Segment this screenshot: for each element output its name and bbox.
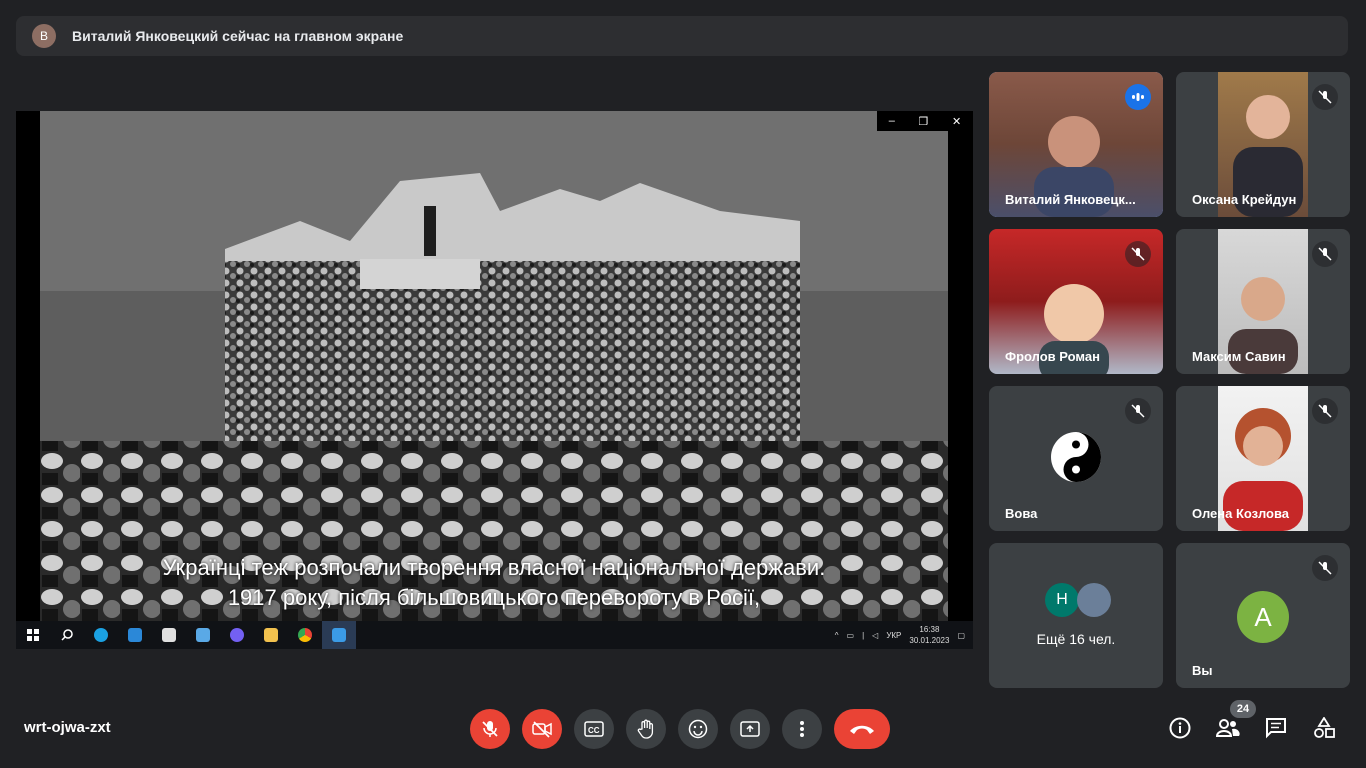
viber-icon — [220, 621, 254, 649]
store-icon — [152, 621, 186, 649]
more-vert-icon — [800, 721, 804, 737]
mic-off-icon — [482, 721, 498, 737]
presenting-text: Виталий Янковецкий сейчас на главном экр… — [72, 28, 404, 44]
mic-off-icon — [1125, 241, 1151, 267]
emoji-reaction-button[interactable] — [678, 709, 718, 749]
end-call-icon — [850, 725, 874, 734]
participant-tile[interactable]: Фролов Роман — [989, 229, 1163, 374]
activities-button[interactable] — [1308, 712, 1340, 744]
restore-icon: ❐ — [918, 115, 929, 128]
more-participants-label: Ещё 16 чел. — [1036, 631, 1116, 647]
present-screen-button[interactable] — [730, 709, 770, 749]
camera-toggle-button[interactable] — [522, 709, 562, 749]
self-tile[interactable]: А Вы — [1176, 543, 1350, 688]
meeting-details-button[interactable] — [1164, 712, 1196, 744]
participant-name: Фролов Роман — [1005, 349, 1100, 364]
notification-icon: ▢ — [957, 630, 965, 640]
windows-taskbar: ^ ▭ | ◁ УКР 16:38 30.01.2023 ▢ — [16, 621, 973, 649]
system-tray: ^ ▭ | ◁ УКР 16:38 30.01.2023 ▢ — [835, 621, 965, 649]
presentation-stage[interactable]: Українці теж розпочали творення власної … — [16, 111, 973, 649]
captions-icon: CC — [584, 721, 604, 737]
media-player-icon — [322, 621, 356, 649]
mic-off-icon — [1312, 84, 1338, 110]
more-avatar-photo — [1077, 583, 1111, 617]
self-name: Вы — [1192, 663, 1213, 678]
mic-off-icon — [1312, 241, 1338, 267]
participant-name: Вова — [1005, 506, 1038, 521]
presenter-avatar: В — [32, 24, 56, 48]
language-indicator: УКР — [886, 630, 902, 640]
chrome-icon — [288, 621, 322, 649]
volume-icon: ◁ — [872, 630, 879, 640]
info-icon — [1169, 717, 1191, 739]
emoji-icon — [688, 719, 708, 739]
more-options-button[interactable] — [782, 709, 822, 749]
participant-tile[interactable]: Вова — [989, 386, 1163, 531]
svg-text:CC: CC — [588, 726, 600, 735]
present-screen-icon — [740, 721, 760, 737]
control-bar: wrt-ojwa-zxt CC 24 — [0, 688, 1366, 768]
microphone-toggle-button[interactable] — [470, 709, 510, 749]
clock: 16:38 30.01.2023 — [909, 624, 949, 646]
hand-icon — [637, 719, 654, 739]
time: 16:38 — [919, 625, 940, 634]
yin-yang-avatar — [1050, 431, 1102, 488]
more-avatar: Н — [1045, 583, 1079, 617]
edge-icon — [84, 621, 118, 649]
crowd-scene-image — [40, 111, 948, 621]
presenting-banner: В Виталий Янковецкий сейчас на главном э… — [16, 16, 1348, 56]
participant-name: Максим Савин — [1192, 349, 1286, 364]
mic-off-icon — [1312, 398, 1338, 424]
meeting-code: wrt-ojwa-zxt — [24, 719, 111, 736]
self-avatar: А — [1237, 591, 1289, 643]
participant-tile[interactable]: Оксана Крейдун — [1176, 72, 1350, 217]
shared-video: Українці теж розпочали творення власної … — [40, 111, 948, 621]
participant-name: Оксана Крейдун — [1192, 192, 1297, 207]
mail-icon — [118, 621, 152, 649]
mic-off-icon — [1125, 398, 1151, 424]
network-icon: ▭ — [846, 630, 855, 640]
people-count-badge: 24 — [1230, 700, 1256, 718]
camera-off-icon — [532, 721, 552, 738]
mic-off-icon — [1312, 555, 1338, 581]
explorer-icon — [254, 621, 288, 649]
app-icon — [186, 621, 220, 649]
minimize-icon: – — [888, 115, 895, 127]
leave-call-button[interactable] — [834, 709, 890, 749]
participant-tile-speaker[interactable]: Виталий Янковецк... — [989, 72, 1163, 217]
people-icon — [1216, 719, 1240, 737]
more-participants-tile[interactable]: Н Ещё 16 чел. — [989, 543, 1163, 688]
search-icon — [50, 621, 84, 649]
chevron-up-icon: ^ — [834, 630, 839, 640]
captions-button[interactable]: CC — [574, 709, 614, 749]
close-icon: ✕ — [951, 115, 962, 128]
window-controls: – ❐ ✕ — [877, 111, 973, 131]
participant-name: Олена Козлова — [1192, 506, 1290, 521]
participant-tile[interactable]: Максим Савин — [1176, 229, 1350, 374]
microphone-icon: | — [862, 630, 865, 640]
windows-start-icon — [16, 621, 50, 649]
subtitle-line-2: 1917 року, після більшовицького переворо… — [227, 585, 761, 610]
participant-name: Виталий Янковецк... — [1005, 192, 1136, 207]
chat-icon — [1266, 718, 1286, 739]
raise-hand-button[interactable] — [626, 709, 666, 749]
participant-tile[interactable]: Олена Козлова — [1176, 386, 1350, 531]
date: 30.01.2023 — [909, 636, 950, 645]
speaking-indicator-icon — [1125, 84, 1151, 110]
chat-button[interactable] — [1260, 712, 1292, 744]
subtitle-line-1: Українці теж розпочали творення власної … — [162, 555, 826, 580]
activities-icon — [1314, 717, 1335, 738]
